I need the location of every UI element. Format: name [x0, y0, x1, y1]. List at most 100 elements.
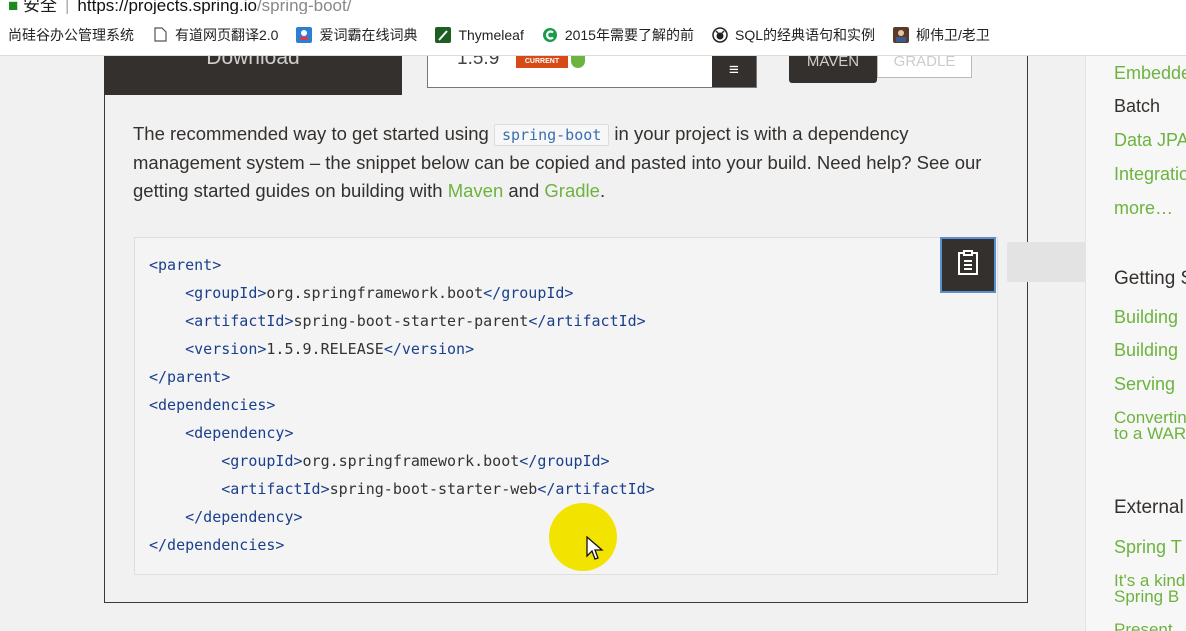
- code-close-tag: </groupId>: [519, 452, 610, 470]
- bookmark-youdao[interactable]: 有道网页翻译2.0: [152, 25, 278, 45]
- bookmark-label: 2015年需要了解的前: [564, 26, 694, 43]
- sidebar-link[interactable]: Batch: [1114, 96, 1160, 117]
- version-number: 1.5.9: [457, 56, 500, 69]
- version-selector[interactable]: 1.5.9 CURRENT ≡: [427, 56, 757, 88]
- intro-code: spring-boot: [493, 124, 610, 146]
- code-line: <groupId>org.springframework.boot</group…: [149, 279, 655, 307]
- code-open-tag: <version>: [185, 340, 267, 358]
- url-path: /spring-boot/: [256, 0, 352, 14]
- lock-icon: ■: [8, 0, 23, 14]
- sidebar-link[interactable]: Building: [1114, 340, 1178, 361]
- code-text: org.springframework.boot: [266, 284, 484, 302]
- intro-text: and: [503, 180, 545, 201]
- github-cat-icon: [712, 26, 728, 43]
- tab-gradle[interactable]: GRADLE: [877, 56, 972, 78]
- sidebar-link[interactable]: Embedded: [1114, 63, 1186, 84]
- bookmark-label: SQL的经典语句和实例: [734, 26, 875, 43]
- sidebar-link[interactable]: Data JPA: [1114, 130, 1186, 151]
- code-close-tag: </artifactId>: [537, 480, 655, 498]
- bookmark-label: 爱词霸在线词典: [319, 26, 418, 43]
- mouse-pointer-icon: [586, 536, 604, 560]
- sidebar-link[interactable]: Building: [1114, 307, 1178, 328]
- code-open-tag: <groupId>: [185, 284, 267, 302]
- code-line: <dependencies>: [149, 391, 655, 419]
- bookmark-frontend-2015[interactable]: 2015年需要了解的前: [542, 25, 694, 45]
- sidebar-link-more[interactable]: more…: [1114, 198, 1173, 219]
- bookmark-label: 柳伟卫/老卫: [916, 26, 990, 43]
- download-label: Download: [206, 56, 300, 69]
- code-open-tag: <dependency>: [185, 424, 294, 442]
- page-icon: [152, 27, 168, 43]
- code-open-tag: </dependencies>: [149, 536, 285, 554]
- bookmark-label: Thymeleaf: [458, 26, 524, 43]
- copy-button[interactable]: [940, 237, 996, 293]
- cursor-highlight: [549, 503, 617, 571]
- sidebar-heading-external: External: [1114, 497, 1184, 518]
- bookmarks-bar: 尚硅谷办公管理系统 有道网页翻译2.0 爱词霸在线词典 Thymeleaf 20…: [0, 14, 1186, 56]
- version-menu-icon[interactable]: ≡: [712, 56, 756, 87]
- sidebar-link[interactable]: to a WAR: [1114, 425, 1186, 442]
- code-open-tag: </dependency>: [185, 508, 303, 526]
- code-line: <artifactId>spring-boot-starter-web</art…: [149, 475, 655, 503]
- gradle-link[interactable]: Gradle: [544, 180, 600, 201]
- code-line: </parent>: [149, 363, 655, 391]
- bookmark-iciba[interactable]: 爱词霸在线词典: [296, 25, 417, 45]
- intro-text: .: [599, 180, 606, 201]
- sidebar-link[interactable]: Present: [1114, 621, 1173, 631]
- sidebar-link[interactable]: Spring B: [1114, 588, 1179, 605]
- right-sidebar: Embedded Batch Data JPA Integration more…: [1085, 56, 1186, 631]
- code-close-tag: </artifactId>: [528, 312, 646, 330]
- code-line: <version>1.5.9.RELEASE</version>: [149, 335, 655, 363]
- bookmark-label: 有道网页翻译2.0: [175, 26, 279, 43]
- page-content: Download 1.5.9 CURRENT ≡ MAVEN GRADLE Th…: [0, 56, 1186, 631]
- code-text: spring-boot-starter-parent: [293, 312, 529, 330]
- code-open-tag: <dependencies>: [149, 396, 276, 414]
- address-separator: |: [65, 0, 70, 14]
- address-bar[interactable]: ■ 安全 | https://projects.spring.io/spring-b…: [0, 0, 1186, 14]
- ga-badge-icon: [571, 56, 585, 68]
- bookmark-waylau[interactable]: 柳伟卫/老卫: [893, 25, 990, 45]
- iciba-icon: [296, 26, 313, 43]
- clipboard-icon: [956, 249, 980, 281]
- code-open-tag: <parent>: [149, 256, 222, 274]
- code-line: <parent>: [149, 251, 655, 279]
- code-text: 1.5.9.RELEASE: [266, 340, 384, 358]
- sidebar-heading-getting-started: Getting Started: [1114, 268, 1186, 289]
- code-line: <groupId>org.springframework.boot</group…: [149, 447, 655, 475]
- maven-link[interactable]: Maven: [448, 180, 504, 201]
- code-close-tag: </version>: [383, 340, 475, 358]
- code-line: <dependency>: [149, 419, 655, 447]
- bookmark-thymeleaf[interactable]: Thymeleaf: [435, 26, 524, 43]
- sidebar-link[interactable]: Integration: [1114, 164, 1186, 185]
- code-text: spring-boot-starter-web: [329, 480, 538, 498]
- bookmark-label: 尚硅谷办公管理系统: [8, 26, 134, 43]
- security-label: 安全: [23, 0, 57, 14]
- intro-text: The recommended way to get started using: [133, 123, 494, 144]
- code-line: <artifactId>spring-boot-starter-parent</…: [149, 307, 655, 335]
- bookmark-oa-system[interactable]: 尚硅谷办公管理系统: [8, 25, 134, 45]
- copy-tooltip-shadow: [1007, 242, 1087, 282]
- download-button[interactable]: Download: [104, 56, 402, 95]
- thymeleaf-icon: [435, 26, 452, 43]
- c-logo-icon: [542, 27, 558, 43]
- intro-paragraph: The recommended way to get started using…: [133, 120, 993, 205]
- url-host: https://projects.spring.io: [77, 0, 257, 14]
- code-open-tag: <artifactId>: [221, 480, 330, 498]
- sidebar-link[interactable]: Serving: [1114, 374, 1175, 395]
- bookmark-sql[interactable]: SQL的经典语句和实例: [712, 25, 875, 45]
- sidebar-link[interactable]: Spring T: [1114, 537, 1182, 558]
- code-open-tag: <groupId>: [221, 452, 303, 470]
- tab-maven[interactable]: MAVEN: [789, 56, 877, 83]
- code-close-tag: </groupId>: [483, 284, 574, 302]
- avatar-icon: [893, 26, 909, 43]
- current-badge: CURRENT: [516, 56, 568, 68]
- code-open-tag: </parent>: [149, 368, 231, 386]
- code-open-tag: <artifactId>: [185, 312, 294, 330]
